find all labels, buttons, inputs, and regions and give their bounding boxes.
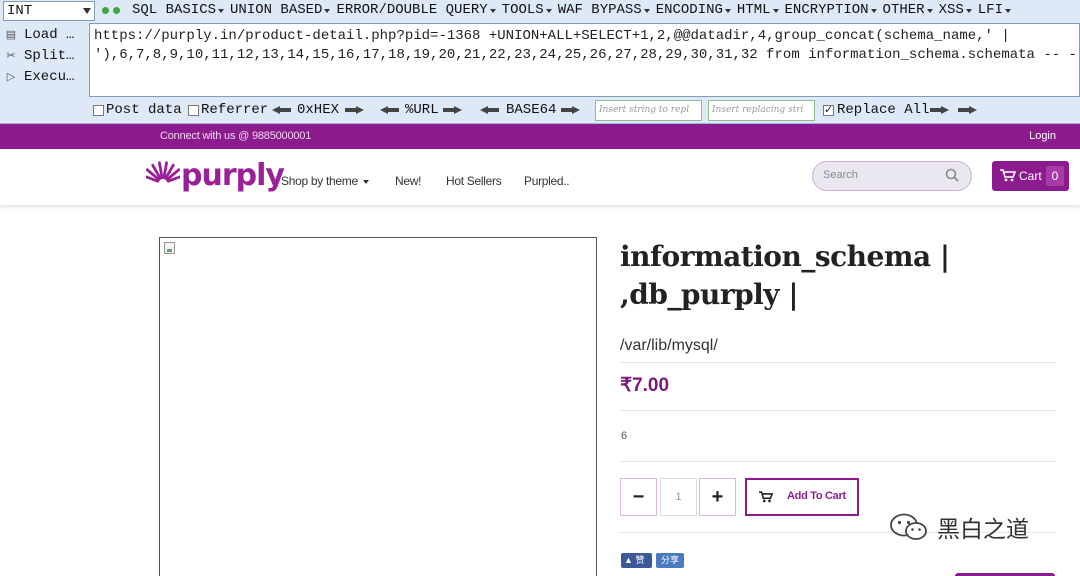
nav-hot-sellers[interactable]: Hot Sellers [446, 174, 502, 188]
divider [620, 362, 1056, 363]
menu-waf-bypass[interactable]: WAF BYPASS [558, 2, 650, 18]
hex-decode-arrow-icon[interactable] [272, 105, 292, 115]
product-title-line-2: ,db_purply | [620, 278, 799, 311]
minus-dot-icon [102, 7, 109, 14]
menu-lfi[interactable]: LFI [978, 2, 1011, 18]
menu-encoding[interactable]: ENCODING [656, 2, 731, 18]
base64-label: BASE64 [506, 102, 557, 118]
flower-logo-icon [146, 161, 180, 183]
search-input[interactable]: Search [812, 161, 972, 191]
chevron-down-icon [362, 179, 369, 184]
replace-next-arrow-icon[interactable] [957, 105, 977, 115]
injection-type-value: INT [7, 3, 33, 19]
post-data-label: Post data [106, 102, 182, 118]
add-to-cart-button[interactable]: Add To Cart [745, 478, 859, 516]
quantity-decrease-button[interactable]: − [620, 478, 657, 516]
nav-shop-by-theme[interactable]: Shop by theme [281, 174, 369, 188]
product-title-line-1: information_schema | [620, 240, 950, 273]
hackbar-menu: SQL BASICS UNION BASED ERROR/DOUBLE QUER… [132, 2, 1011, 18]
url-encode-arrow-icon[interactable] [442, 105, 462, 115]
menu-sql-basics[interactable]: SQL BASICS [132, 2, 224, 18]
replacing-string-input[interactable]: Insert replacing stri [708, 100, 815, 121]
execute-button[interactable]: ▷ Execu… [4, 66, 88, 87]
site-top-bar: Connect with us @ 9885000001 Login [0, 124, 1080, 149]
like-button[interactable]: ▲ 赞 [621, 553, 652, 568]
product-description: 6 [621, 430, 628, 442]
social-share: ▲ 赞 分享 [621, 553, 684, 568]
url-encode-label: %URL [405, 102, 439, 118]
execute-label: Execu… [24, 68, 75, 85]
search-icon[interactable] [945, 168, 959, 182]
menu-xss[interactable]: XSS [939, 2, 972, 18]
wechat-icon [890, 513, 927, 540]
url-line-2: '),6,7,8,9,10,11,12,13,14,15,16,17,18,19… [94, 47, 1077, 63]
cart-count-badge: 0 [1046, 166, 1064, 186]
menu-error-double-query[interactable]: ERROR/DOUBLE QUERY [336, 2, 495, 18]
share-button[interactable]: 分享 [656, 553, 684, 568]
menu-html[interactable]: HTML [737, 2, 779, 18]
cart-icon [759, 491, 773, 503]
hackbar-toolbar: INT SQL BASICS UNION BASED ERROR/DOUBLE … [0, 0, 1080, 124]
add-to-cart-label: Add To Cart [787, 490, 846, 502]
cart-label: Cart [1019, 169, 1042, 183]
thumbs-up-icon: ▲ [624, 555, 633, 565]
nav-new[interactable]: New! [395, 174, 421, 188]
load-url-button[interactable]: ▤ Load … [4, 24, 88, 45]
product-image [159, 237, 597, 576]
menu-encryption[interactable]: ENCRYPTION [785, 2, 877, 18]
referrer-label: Referrer [201, 102, 269, 118]
url-line-1: https://purply.in/product-detail.php?pid… [94, 28, 1010, 44]
login-link[interactable]: Login [1029, 130, 1056, 142]
contact-text: Connect with us @ 9885000001 [160, 130, 312, 142]
divider [620, 461, 1056, 462]
like-label: 赞 [635, 555, 645, 565]
load-icon: ▤ [5, 29, 17, 42]
replace-all-checkbox[interactable] [823, 103, 834, 117]
cart-icon [1000, 169, 1016, 182]
base64-decode-arrow-icon[interactable] [480, 105, 500, 115]
hex-encode-arrow-icon[interactable] [344, 105, 364, 115]
replace-all-label: Replace All [837, 102, 930, 118]
load-url-label: Load … [24, 26, 75, 43]
plus-dot-icon [113, 7, 120, 14]
menu-other[interactable]: OTHER [883, 2, 933, 18]
broken-image-icon [164, 242, 175, 254]
brand-logo[interactable]: purply [146, 157, 285, 197]
hackbar-actions: ▤ Load … ✂ Split… ▷ Execu… [4, 24, 88, 87]
nav-purpled[interactable]: Purpled.. [524, 174, 570, 188]
main-navigation: purply Shop by theme New! Hot Sellers Pu… [0, 149, 1080, 205]
play-icon: ▷ [6, 71, 16, 84]
hackbar-status-dots [102, 7, 120, 14]
quantity-increase-button[interactable]: + [699, 478, 736, 516]
hex-label: 0xHEX [297, 102, 340, 118]
menu-union-based[interactable]: UNION BASED [230, 2, 330, 18]
insert-string-input[interactable]: Insert string to repl [595, 100, 702, 121]
brand-name: purply [181, 157, 285, 193]
search-placeholder: Search [823, 169, 858, 181]
base64-encode-arrow-icon[interactable] [560, 105, 580, 115]
split-url-button[interactable]: ✂ Split… [4, 45, 88, 66]
url-decode-arrow-icon[interactable] [380, 105, 400, 115]
product-title: information_schema | ,db_purply | [620, 238, 1040, 314]
quantity-input[interactable]: 1 [660, 478, 697, 516]
injection-type-select[interactable]: INT [3, 1, 95, 21]
post-data-checkbox[interactable] [93, 105, 104, 116]
wechat-watermark: 黑白之道 [889, 510, 1029, 544]
product-subtitle: /var/lib/mysql/ [620, 337, 718, 354]
split-url-label: Split… [24, 47, 75, 64]
url-textarea[interactable]: https://purply.in/product-detail.php?pid… [89, 23, 1080, 97]
chevron-down-icon [83, 8, 91, 14]
nav-shop-by-theme-label: Shop by theme [281, 174, 358, 188]
divider [620, 410, 1056, 411]
watermark-text: 黑白之道 [937, 517, 1029, 543]
menu-tools[interactable]: TOOLS [502, 2, 552, 18]
replace-arrow-icon[interactable] [929, 105, 949, 115]
hackbar-options: Post data Referrer 0xHEX %URL BASE64 Ins… [0, 99, 1080, 123]
product-price: ₹7.00 [620, 375, 670, 396]
scissors-icon: ✂ [6, 50, 16, 63]
referrer-checkbox[interactable] [188, 105, 199, 116]
cart-button[interactable]: Cart 0 [992, 161, 1069, 191]
